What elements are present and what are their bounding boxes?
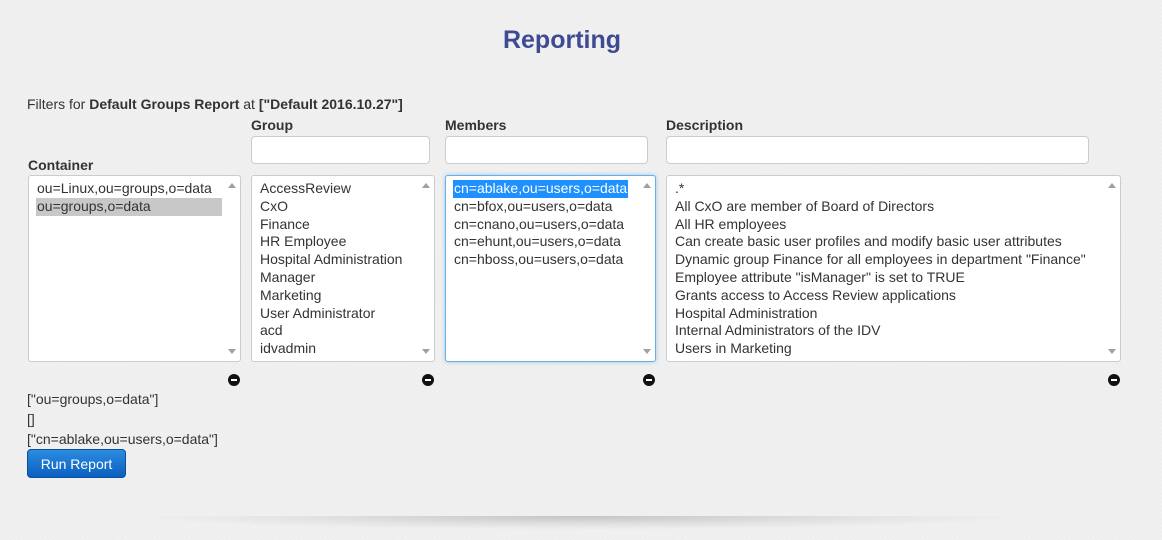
list-option[interactable]: cn=bfox,ou=users,o=data xyxy=(453,198,613,216)
members-selection-text: ["cn=ablake,ou=users,o=data"] xyxy=(27,431,218,447)
list-option[interactable]: ou=groups,o=data xyxy=(36,197,222,216)
list-option[interactable]: cn=ehunt,ou=users,o=data xyxy=(453,233,622,251)
scroll-down-icon[interactable] xyxy=(422,349,430,354)
scroll-down-icon[interactable] xyxy=(643,349,651,354)
group-selection-text: [] xyxy=(27,411,35,427)
container-remove-icon[interactable] xyxy=(228,374,240,386)
list-option[interactable]: .* xyxy=(674,180,685,198)
list-option[interactable]: Hospital Administration xyxy=(674,305,818,323)
footer-shadow xyxy=(130,516,1030,530)
members-filter-input[interactable] xyxy=(445,136,648,164)
report-version: ["Default 2016.10.27"] xyxy=(258,96,403,112)
members-label: Members xyxy=(445,117,507,133)
scroll-down-icon[interactable] xyxy=(1108,349,1116,354)
list-option[interactable]: CxO xyxy=(259,198,289,216)
filters-description: Filters for Default Groups Report at ["D… xyxy=(27,96,403,112)
members-options: cn=ablake,ou=users,o=data cn=bfox,ou=user… xyxy=(446,176,655,269)
container-label: Container xyxy=(28,157,94,173)
list-option[interactable]: cn=hboss,ou=users,o=data xyxy=(453,251,624,269)
list-option[interactable]: Internal Administrators of the IDV xyxy=(674,322,881,340)
report-name: Default Groups Report xyxy=(89,96,240,112)
members-scrollbar[interactable] xyxy=(639,176,655,361)
container-scrollbar[interactable] xyxy=(224,176,240,361)
list-option[interactable]: idvadmin xyxy=(259,340,317,358)
group-scrollbar[interactable] xyxy=(418,176,434,361)
list-option[interactable]: Employee attribute "isManager" is set to… xyxy=(674,269,966,287)
list-option[interactable]: Users in Marketing xyxy=(674,340,793,358)
group-remove-icon[interactable] xyxy=(422,374,434,386)
description-label: Description xyxy=(666,117,744,133)
scroll-up-icon[interactable] xyxy=(1108,183,1116,188)
list-option[interactable]: Finance xyxy=(259,216,311,234)
list-option[interactable]: ou=Linux,ou=groups,o=data xyxy=(36,180,213,198)
list-option[interactable]: cn=ablake,ou=users,o=data xyxy=(453,180,629,198)
list-option[interactable]: Hospital Administration xyxy=(259,251,403,269)
list-option[interactable]: User Administrator xyxy=(259,305,376,323)
container-options: ou=Linux,ou=groups,o=data ou=groups,o=dat… xyxy=(29,176,240,216)
run-report-button[interactable]: Run Report xyxy=(27,449,126,478)
list-option[interactable]: Grants access to Access Review applicati… xyxy=(674,287,957,305)
description-listbox[interactable]: .* All CxO are member of Board of Directo… xyxy=(666,175,1121,362)
members-listbox[interactable]: cn=ablake,ou=users,o=data cn=bfox,ou=user… xyxy=(445,175,656,362)
description-options: .* All CxO are member of Board of Directo… xyxy=(667,176,1120,358)
list-option[interactable]: acd xyxy=(259,322,284,340)
page-title: Reporting xyxy=(502,26,622,54)
list-option[interactable]: All HR employees xyxy=(674,216,787,234)
list-option[interactable]: Dynamic group Finance for all employees … xyxy=(674,251,1087,269)
list-option[interactable]: Marketing xyxy=(259,287,322,305)
list-option[interactable]: Can create basic user profiles and modif… xyxy=(674,233,1063,251)
group-listbox[interactable]: AccessReview CxO Finance HR Employee Hospita… xyxy=(251,175,435,362)
filters-middle: at xyxy=(239,96,259,112)
group-label: Group xyxy=(251,117,293,133)
scroll-up-icon[interactable] xyxy=(422,183,430,188)
filters-prefix: Filters for xyxy=(27,96,90,112)
description-scrollbar[interactable] xyxy=(1104,176,1120,361)
container-listbox[interactable]: ou=Linux,ou=groups,o=data ou=groups,o=dat… xyxy=(28,175,241,362)
description-filter-input[interactable] xyxy=(666,136,1089,164)
list-option[interactable]: HR Employee xyxy=(259,233,347,251)
list-option[interactable]: Manager xyxy=(259,269,316,287)
group-filter-input[interactable] xyxy=(251,136,430,164)
group-options: AccessReview CxO Finance HR Employee Hospita… xyxy=(252,176,434,358)
members-remove-icon[interactable] xyxy=(643,374,655,386)
scroll-down-icon[interactable] xyxy=(228,349,236,354)
container-selection-text: ["ou=groups,o=data"] xyxy=(27,391,159,407)
scroll-up-icon[interactable] xyxy=(228,183,236,188)
list-option[interactable]: All CxO are member of Board of Directors xyxy=(674,198,935,216)
description-remove-icon[interactable] xyxy=(1108,374,1120,386)
list-option[interactable]: AccessReview xyxy=(259,180,352,198)
list-option[interactable]: cn=cnano,ou=users,o=data xyxy=(453,216,625,234)
scroll-up-icon[interactable] xyxy=(643,183,651,188)
